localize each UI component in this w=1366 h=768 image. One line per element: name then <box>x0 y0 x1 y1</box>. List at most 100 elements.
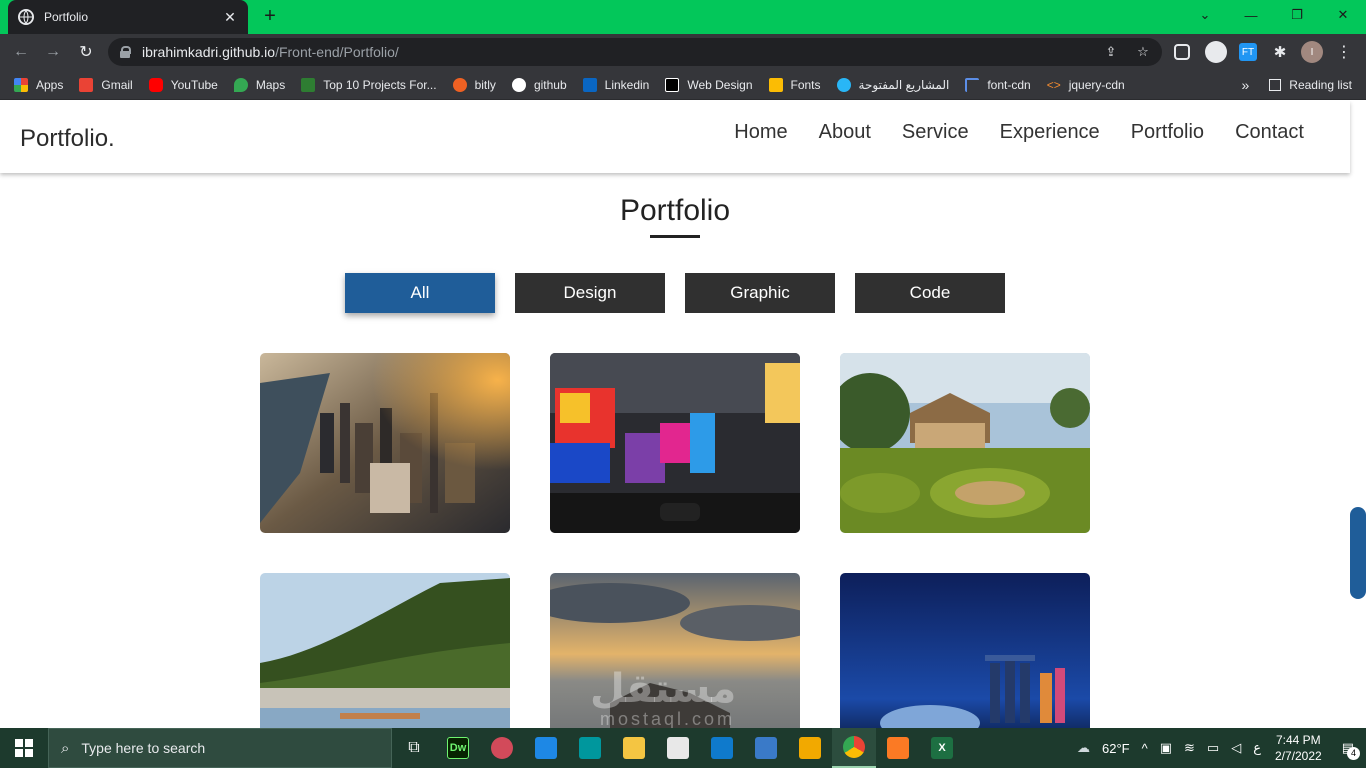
task-view-icon[interactable]: ⧉ <box>392 728 436 768</box>
scrollbar-thumb[interactable] <box>1350 507 1366 599</box>
reading-list-icon <box>1269 79 1282 91</box>
city-aerial-photo[interactable] <box>260 353 510 533</box>
fonts-icon <box>768 77 783 92</box>
share-icon[interactable]: ⇪ <box>1103 44 1119 60</box>
filter-graphic-button[interactable]: Graphic <box>685 273 835 313</box>
notification-icon[interactable]: ▤ 4 <box>1342 740 1360 760</box>
bookmark-item[interactable]: Apps <box>14 77 63 92</box>
weather-icon: ☁ <box>1077 740 1090 755</box>
bookmark-item[interactable]: github <box>511 77 567 92</box>
bookmark-item[interactable]: Web Design <box>665 77 753 92</box>
close-window-button[interactable]: ✕ <box>1320 0 1366 30</box>
nav-portfolio[interactable]: Portfolio <box>1131 121 1204 144</box>
url-host: ibrahimkadri.github.io <box>142 44 276 60</box>
menu-kebab-icon[interactable]: ⋮ <box>1334 42 1354 62</box>
nav-service[interactable]: Service <box>902 121 969 144</box>
flag-icon <box>965 77 980 92</box>
minimize-button[interactable]: — <box>1228 0 1274 30</box>
network-icon[interactable]: ≋ <box>1184 740 1195 756</box>
chrome-icon[interactable] <box>832 728 876 768</box>
bookmark-item[interactable]: Linkedin <box>582 77 649 92</box>
forward-icon[interactable]: → <box>42 41 64 63</box>
nav-about[interactable]: About <box>819 121 871 144</box>
site-header: Portfolio. Home About Service Experience… <box>0 101 1350 173</box>
bitly-icon <box>452 77 467 92</box>
nav-home[interactable]: Home <box>734 121 787 144</box>
bookmark-item[interactable]: Fonts <box>768 77 821 92</box>
reload-icon[interactable]: ↻ <box>75 41 97 63</box>
site-logo[interactable]: Portfolio. <box>20 125 115 153</box>
bookmark-item[interactable]: Gmail <box>79 77 133 92</box>
language-indicator[interactable]: ع <box>1253 740 1261 756</box>
browser-tab[interactable]: Portfolio ✕ <box>8 0 248 34</box>
watermark-url: mostaql.com <box>600 709 736 728</box>
github-icon <box>511 77 526 92</box>
store-icon[interactable] <box>656 728 700 768</box>
volume-icon[interactable]: ◁ <box>1231 740 1241 756</box>
filter-design-button[interactable]: Design <box>515 273 665 313</box>
paint-icon[interactable] <box>480 728 524 768</box>
notes-icon[interactable] <box>788 728 832 768</box>
arduino-icon[interactable] <box>568 728 612 768</box>
close-tab-icon[interactable]: ✕ <box>222 9 238 26</box>
main-nav: Home About Service Experience Portfolio … <box>703 121 1304 144</box>
chevron-up-icon[interactable]: ^ <box>1142 741 1148 756</box>
times-square-photo[interactable] <box>550 353 800 533</box>
bookmark-item[interactable]: المشاريع المفتوحة <box>836 77 949 92</box>
vscode-icon[interactable] <box>700 728 744 768</box>
bookmark-item[interactable]: Top 10 Projects For... <box>301 77 437 92</box>
bookmark-item[interactable]: font-cdn <box>965 77 1031 92</box>
bookmark-star-icon[interactable]: ☆ <box>1135 44 1151 60</box>
nav-contact[interactable]: Contact <box>1235 121 1304 144</box>
taskbar-search-input[interactable]: ⌕ Type here to search <box>48 728 392 768</box>
gmail-icon <box>79 77 94 92</box>
taskbar-clock[interactable]: 7:44 PM 2/7/2022 <box>1275 732 1322 764</box>
meet-now-icon[interactable]: ▣ <box>1160 740 1172 756</box>
restore-button[interactable]: ❐ <box>1274 0 1320 30</box>
url-path: /Front-end/Portfolio/ <box>275 44 399 60</box>
excel-icon[interactable]: X <box>920 728 964 768</box>
section-title: Portfolio <box>619 194 731 227</box>
apps-grid-icon <box>14 77 28 92</box>
dreamweaver-icon[interactable]: Dw <box>436 728 480 768</box>
photos-icon[interactable] <box>744 728 788 768</box>
file-explorer-icon[interactable] <box>612 728 656 768</box>
night-skyline-photo[interactable] <box>840 573 1090 728</box>
bookmarks-bar: Apps Gmail YouTube Maps Top 10 Projects … <box>0 70 1366 100</box>
more-bookmarks-icon[interactable]: » <box>1242 77 1250 93</box>
mail-icon[interactable] <box>524 728 568 768</box>
bookmark-item[interactable]: Maps <box>233 77 285 92</box>
browser-tab-strip: Portfolio ✕ + ⌄ — ❐ ✕ <box>0 0 1366 34</box>
windows-start-icon[interactable] <box>0 728 48 768</box>
filter-bar: All Design Graphic Code <box>345 273 1025 313</box>
filter-all-button[interactable]: All <box>345 273 495 313</box>
battery-icon[interactable]: ▭ <box>1207 740 1219 756</box>
nav-experience[interactable]: Experience <box>1000 121 1100 144</box>
bookmark-item[interactable]: YouTube <box>148 77 218 92</box>
system-tray: ☁ 62°F ^ ▣ ≋ ▭ ◁ ع 7:44 PM 2/7/2022 ▤ 4 <box>1071 728 1366 768</box>
browser-toolbar: ← → ↻ ibrahimkadri.github.io/Front-end/P… <box>0 34 1366 70</box>
lock-icon <box>120 46 131 58</box>
back-icon[interactable]: ← <box>10 41 32 63</box>
watermark-logo: مستقل <box>590 667 737 711</box>
media-icon[interactable] <box>1174 44 1190 60</box>
bookmarks-right: » Reading list <box>1242 70 1353 100</box>
web-page: Portfolio. Home About Service Experience… <box>0 101 1366 728</box>
filter-code-button[interactable]: Code <box>855 273 1005 313</box>
hillside-town-photo[interactable] <box>260 573 510 728</box>
garden-house-photo[interactable] <box>840 353 1090 533</box>
tab-search-icon[interactable]: ⌄ <box>1182 0 1228 30</box>
profile-avatar[interactable]: I <box>1301 41 1323 63</box>
bookmark-item[interactable]: bitly <box>452 77 496 92</box>
puzzle-extensions-icon[interactable]: ✱ <box>1270 42 1290 62</box>
address-bar[interactable]: ibrahimkadri.github.io/Front-end/Portfol… <box>108 38 1162 66</box>
new-tab-button[interactable]: + <box>260 6 280 27</box>
maps-pin-icon <box>233 77 248 92</box>
ft-extension-icon[interactable]: FT <box>1239 43 1257 61</box>
bookmark-item[interactable]: <> jquery-cdn <box>1047 78 1125 92</box>
weather-temp[interactable]: 62°F <box>1102 741 1130 756</box>
extension-avatar-icon[interactable] <box>1205 41 1227 63</box>
reading-list-button[interactable]: Reading list <box>1289 78 1352 92</box>
tab-title: Portfolio <box>44 10 89 24</box>
xampp-icon[interactable] <box>876 728 920 768</box>
